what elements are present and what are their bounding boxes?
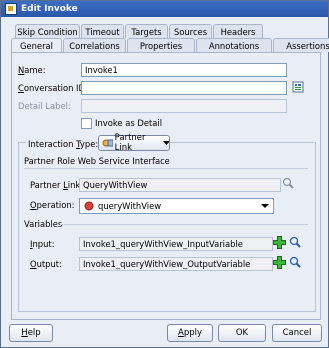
cancel-button[interactable]: Cancel <box>272 324 322 342</box>
chevron-down-icon <box>261 204 269 208</box>
operation-label: Operation: <box>30 200 75 210</box>
add-output-variable-icon[interactable] <box>273 256 286 271</box>
conversation-id-label: Conversation ID: <box>18 83 88 93</box>
divider <box>24 168 308 169</box>
title-bar: Edit Invoke <box>1 1 328 17</box>
help-button[interactable]: Help <box>9 324 53 342</box>
app-icon <box>5 3 17 15</box>
tab-timeout[interactable]: Timeout <box>81 24 124 38</box>
search-input-variable-icon[interactable] <box>289 236 301 251</box>
partner-link-field: QueryWithView <box>79 178 281 192</box>
tab-annotations[interactable]: Annotations <box>196 38 272 52</box>
edit-invoke-dialog: Edit Invoke Skip Condition Timeout Targe… <box>0 0 329 348</box>
name-label: Name: <box>18 65 46 75</box>
divider <box>60 224 308 225</box>
browse-icon[interactable] <box>292 81 304 93</box>
general-panel: Name: Invoke1 Conversation ID: Detail La… <box>11 52 321 320</box>
add-input-variable-icon[interactable] <box>273 236 286 251</box>
search-output-variable-icon[interactable] <box>289 256 301 271</box>
conversation-id-field[interactable] <box>81 81 287 95</box>
output-label: Output: <box>30 259 62 269</box>
search-icon[interactable] <box>282 177 294 192</box>
ok-button[interactable]: OK <box>218 324 266 342</box>
tab-row-bottom: General Correlations Properties Annotati… <box>11 38 329 53</box>
detail-label-label: Detail Label: <box>18 101 71 111</box>
input-label: Input: <box>30 239 55 249</box>
partner-link-label: Partner Link: <box>30 180 84 190</box>
interaction-type-value: Partner Link <box>114 133 146 153</box>
interaction-type-dropdown[interactable]: Partner Link <box>98 133 170 153</box>
operation-icon <box>84 201 94 211</box>
name-field[interactable]: Invoke1 <box>81 63 287 77</box>
operation-dropdown[interactable]: queryWithView <box>79 198 274 214</box>
tab-general[interactable]: General <box>11 38 62 53</box>
tab-row-top: Skip Condition Timeout Targets Sources H… <box>15 24 264 38</box>
operation-value: queryWithView <box>98 201 162 211</box>
tab-properties[interactable]: Properties <box>127 38 195 52</box>
tab-correlations[interactable]: Correlations <box>63 38 126 52</box>
partner-section-title: Partner Role Web Service Interface <box>24 156 170 166</box>
tab-targets[interactable]: Targets <box>125 24 168 38</box>
variables-title: Variables <box>24 219 63 229</box>
tab-skip-condition[interactable]: Skip Condition <box>15 24 80 38</box>
chevron-down-icon <box>162 140 169 145</box>
tab-sources[interactable]: Sources <box>169 24 212 38</box>
partner-link-icon <box>102 139 113 147</box>
detail-label-field <box>81 99 287 113</box>
interaction-type-label: Interaction Type: <box>26 139 101 149</box>
input-variable-field: Invoke1_queryWithView_InputVariable <box>79 237 273 251</box>
apply-button[interactable]: Apply <box>167 324 213 342</box>
tab-headers[interactable]: Headers <box>213 24 263 38</box>
output-variable-field: Invoke1_queryWithView_OutputVariable <box>79 257 273 271</box>
invoke-as-detail-label: Invoke as Detail <box>95 118 163 128</box>
tab-assertions[interactable]: Assertions <box>273 38 329 52</box>
invoke-as-detail-checkbox[interactable] <box>81 118 92 129</box>
window-title: Edit Invoke <box>21 4 78 14</box>
